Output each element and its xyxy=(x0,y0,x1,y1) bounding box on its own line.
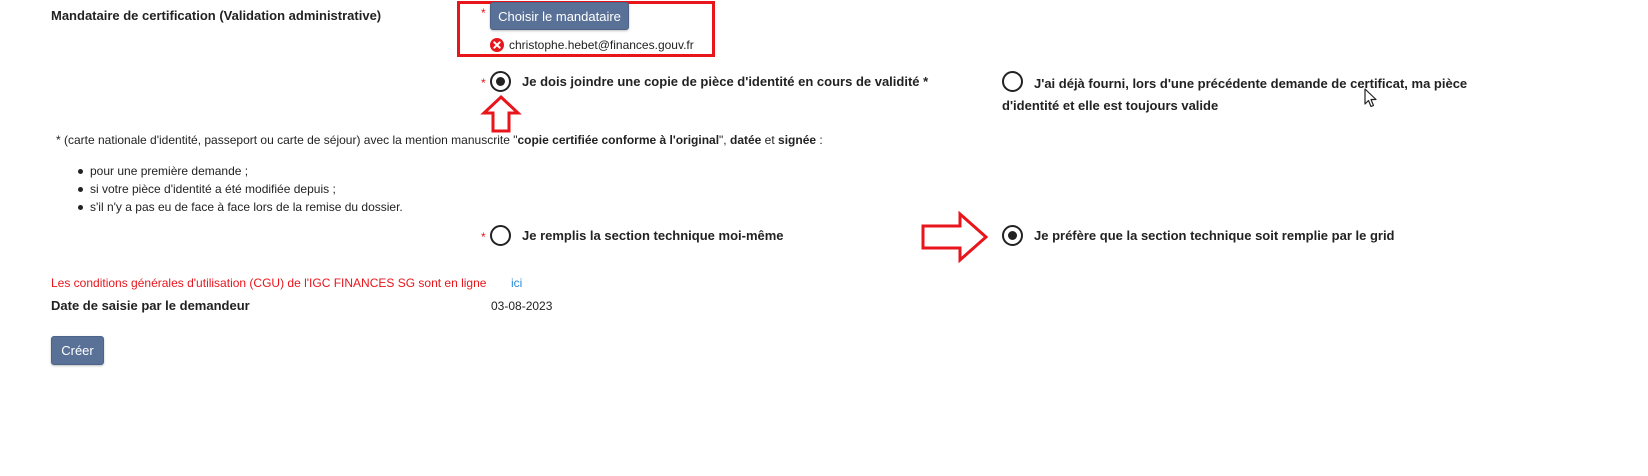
up-arrow-annotation xyxy=(480,94,522,133)
radio-technical-self-label[interactable]: Je remplis la section technique moi-même xyxy=(522,228,784,243)
list-item: s'il n'y a pas eu de face à face lors de… xyxy=(78,198,403,216)
list-item: si votre pièce d'identité a été modifiée… xyxy=(78,180,403,198)
list-item: pour une première demande ; xyxy=(78,162,403,180)
selected-mandataire-email: christophe.hebet@finances.gouv.fr xyxy=(509,38,694,52)
choose-mandataire-button[interactable]: Choisir le mandataire xyxy=(490,2,629,30)
radio-technical-grid[interactable] xyxy=(1002,225,1023,246)
radio-identity-already-provided-label[interactable]: J'ai déjà fourni, lors d'une précédente … xyxy=(1002,73,1482,117)
required-mark: * xyxy=(481,230,486,244)
create-button[interactable]: Créer xyxy=(51,336,104,365)
cgu-link[interactable]: ici xyxy=(511,276,522,290)
note-bullet-list: pour une première demande ; si votre piè… xyxy=(78,162,403,216)
radio-identity-copy[interactable] xyxy=(490,71,511,92)
mandataire-label: Mandataire de certification (Validation … xyxy=(51,8,382,23)
cgu-text: Les conditions générales d'utilisation (… xyxy=(51,276,487,290)
date-label: Date de saisie par le demandeur xyxy=(51,298,250,313)
right-arrow-annotation xyxy=(921,211,989,263)
cursor-icon xyxy=(1364,88,1377,108)
date-value: 03-08-2023 xyxy=(491,299,553,313)
required-mark: * xyxy=(481,76,486,90)
radio-identity-copy-label[interactable]: Je dois joindre une copie de pièce d'ide… xyxy=(522,74,928,89)
radio-technical-self[interactable] xyxy=(490,225,511,246)
radio-technical-grid-label[interactable]: Je préfère que la section technique soit… xyxy=(1034,228,1395,243)
remove-icon[interactable] xyxy=(490,38,504,52)
required-mark: * xyxy=(481,6,486,20)
identity-note: * (carte nationale d'identité, passeport… xyxy=(56,133,823,147)
